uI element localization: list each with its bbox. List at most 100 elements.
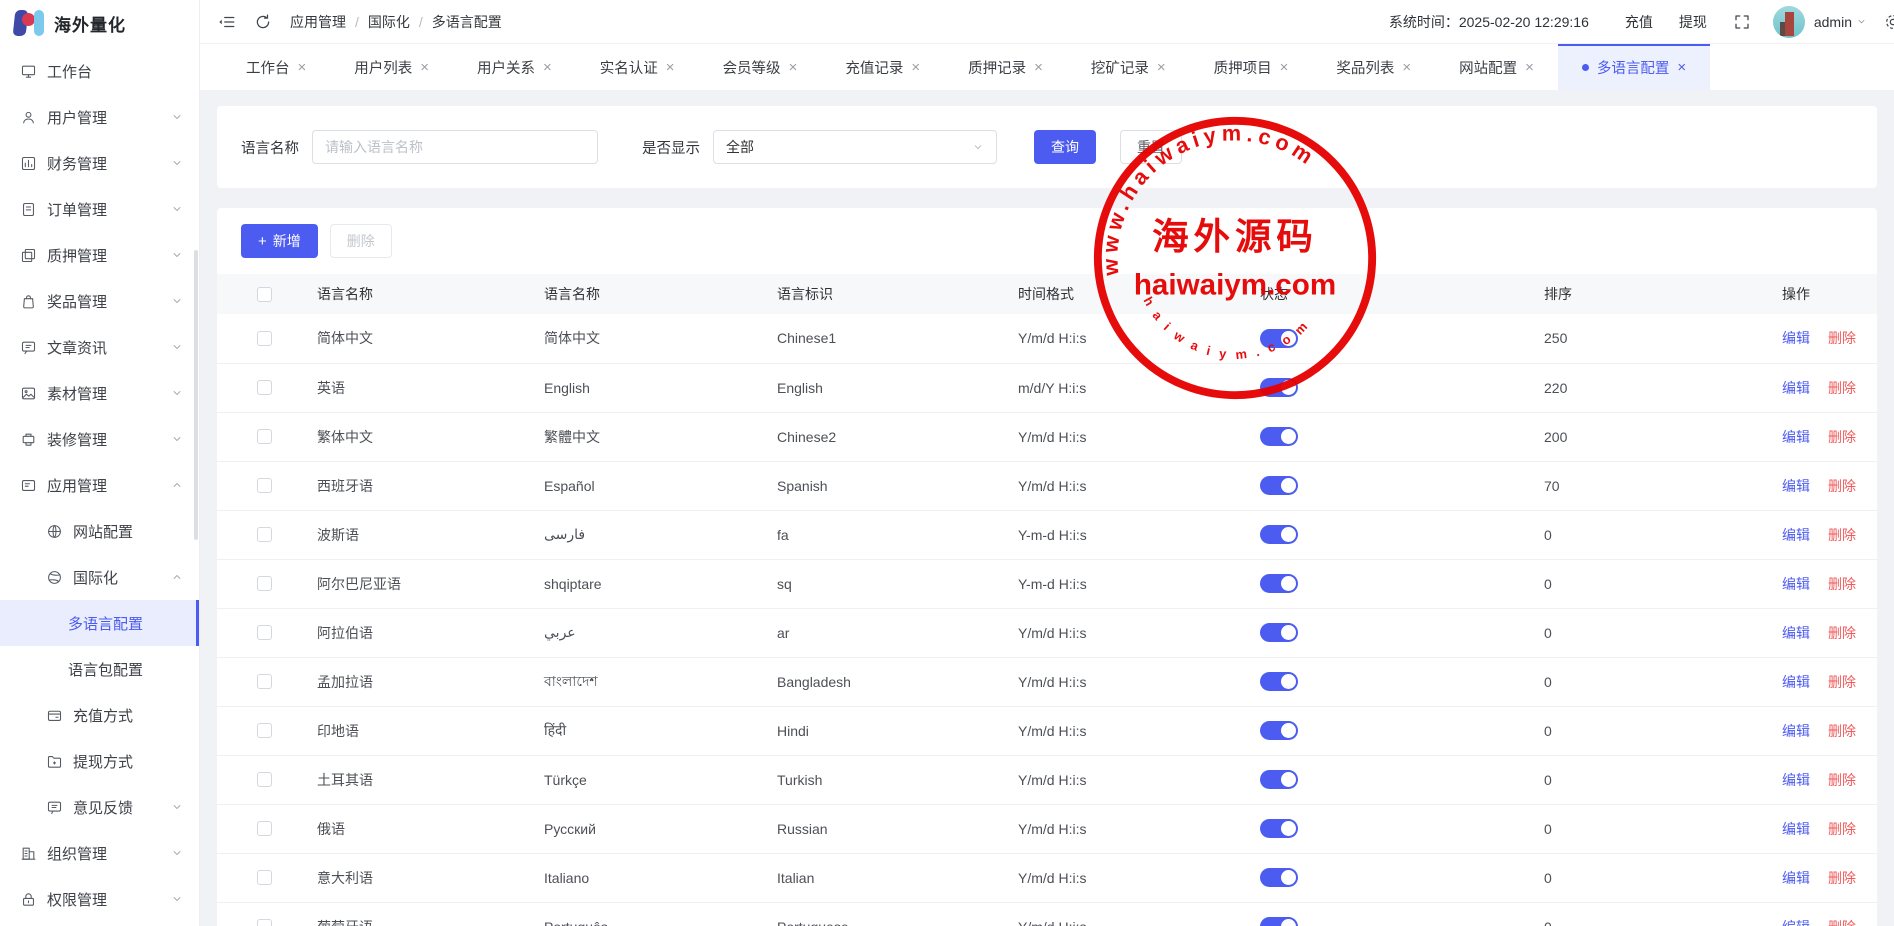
edit-link[interactable]: 编辑: [1782, 576, 1810, 592]
user-menu[interactable]: admin: [1814, 14, 1867, 30]
breadcrumb-item[interactable]: 应用管理: [290, 12, 346, 32]
tab-close-icon[interactable]: ×: [420, 59, 429, 76]
reset-button[interactable]: 重置: [1120, 130, 1182, 164]
row-checkbox[interactable]: [257, 870, 272, 885]
row-checkbox[interactable]: [257, 821, 272, 836]
row-checkbox[interactable]: [257, 527, 272, 542]
sidebar-item-奖品管理[interactable]: 奖品管理: [0, 278, 199, 324]
tab-网站配置[interactable]: 网站配置×: [1435, 44, 1558, 90]
select-all-checkbox[interactable]: [257, 287, 272, 302]
tab-会员等级[interactable]: 会员等级×: [699, 44, 822, 90]
row-checkbox[interactable]: [257, 478, 272, 493]
edit-link[interactable]: 编辑: [1782, 625, 1810, 641]
sidebar-item-用户管理[interactable]: 用户管理: [0, 94, 199, 140]
sidebar-item-充值方式[interactable]: 充值方式: [0, 692, 199, 738]
tab-质押项目[interactable]: 质押项目×: [1190, 44, 1313, 90]
edit-link[interactable]: 编辑: [1782, 527, 1810, 543]
status-toggle[interactable]: [1260, 427, 1298, 446]
row-checkbox[interactable]: [257, 723, 272, 738]
sidebar-item-意见反馈[interactable]: 意见反馈: [0, 784, 199, 830]
fullscreen-icon[interactable]: [1733, 13, 1751, 31]
status-toggle[interactable]: [1260, 329, 1298, 348]
delete-link[interactable]: 删除: [1828, 576, 1856, 592]
breadcrumb-item[interactable]: 多语言配置: [432, 12, 502, 32]
status-toggle[interactable]: [1260, 819, 1298, 838]
tab-close-icon[interactable]: ×: [543, 59, 552, 76]
edit-link[interactable]: 编辑: [1782, 870, 1810, 886]
delete-button[interactable]: 删除: [330, 224, 392, 258]
tab-实名认证[interactable]: 实名认证×: [576, 44, 699, 90]
row-checkbox[interactable]: [257, 772, 272, 787]
delete-link[interactable]: 删除: [1828, 723, 1856, 739]
breadcrumb-item[interactable]: 国际化: [368, 12, 410, 32]
sidebar-item-装修管理[interactable]: 装修管理: [0, 416, 199, 462]
sidebar-item-语言包配置[interactable]: 语言包配置: [0, 646, 199, 692]
tab-用户列表[interactable]: 用户列表×: [330, 44, 453, 90]
delete-link[interactable]: 删除: [1828, 772, 1856, 788]
recharge-link[interactable]: 充值: [1625, 12, 1653, 32]
status-toggle[interactable]: [1260, 721, 1298, 740]
sidebar-item-国际化[interactable]: 国际化: [0, 554, 199, 600]
edit-link[interactable]: 编辑: [1782, 723, 1810, 739]
tab-工作台[interactable]: 工作台×: [222, 44, 330, 90]
edit-link[interactable]: 编辑: [1782, 674, 1810, 690]
tab-close-icon[interactable]: ×: [1157, 59, 1166, 76]
sidebar-item-素材管理[interactable]: 素材管理: [0, 370, 199, 416]
status-toggle[interactable]: [1260, 868, 1298, 887]
status-toggle[interactable]: [1260, 623, 1298, 642]
row-checkbox[interactable]: [257, 576, 272, 591]
edit-link[interactable]: 编辑: [1782, 821, 1810, 837]
menu-fold-icon[interactable]: [218, 13, 236, 31]
refresh-icon[interactable]: [254, 13, 272, 31]
sidebar-item-组织管理[interactable]: 组织管理: [0, 830, 199, 876]
delete-link[interactable]: 删除: [1828, 330, 1856, 346]
row-checkbox[interactable]: [257, 331, 272, 346]
status-toggle[interactable]: [1260, 917, 1298, 926]
tab-close-icon[interactable]: ×: [298, 59, 307, 76]
tab-close-icon[interactable]: ×: [1402, 59, 1411, 76]
tab-奖品列表[interactable]: 奖品列表×: [1312, 44, 1435, 90]
status-toggle[interactable]: [1260, 476, 1298, 495]
row-checkbox[interactable]: [257, 380, 272, 395]
row-checkbox[interactable]: [257, 429, 272, 444]
delete-link[interactable]: 删除: [1828, 429, 1856, 445]
sidebar-scrollbar[interactable]: [194, 250, 198, 540]
settings-gear-icon[interactable]: [1883, 12, 1894, 32]
row-checkbox[interactable]: [257, 674, 272, 689]
show-filter-select[interactable]: 全部: [713, 130, 997, 164]
tab-close-icon[interactable]: ×: [1525, 59, 1534, 76]
delete-link[interactable]: 删除: [1828, 674, 1856, 690]
sidebar-item-订单管理[interactable]: 订单管理: [0, 186, 199, 232]
tab-充值记录[interactable]: 充值记录×: [821, 44, 944, 90]
withdraw-link[interactable]: 提现: [1679, 12, 1707, 32]
status-toggle[interactable]: [1260, 525, 1298, 544]
edit-link[interactable]: 编辑: [1782, 772, 1810, 788]
tab-挖矿记录[interactable]: 挖矿记录×: [1067, 44, 1190, 90]
sidebar-item-多语言配置[interactable]: 多语言配置: [0, 600, 199, 646]
delete-link[interactable]: 删除: [1828, 870, 1856, 886]
delete-link[interactable]: 删除: [1828, 821, 1856, 837]
sidebar-item-工作台[interactable]: 工作台: [0, 48, 199, 94]
tab-close-icon[interactable]: ×: [789, 59, 798, 76]
status-toggle[interactable]: [1260, 378, 1298, 397]
delete-link[interactable]: 删除: [1828, 919, 1856, 926]
sidebar-item-权限管理[interactable]: 权限管理: [0, 876, 199, 922]
status-toggle[interactable]: [1260, 770, 1298, 789]
delete-link[interactable]: 删除: [1828, 527, 1856, 543]
sidebar-item-质押管理[interactable]: 质押管理: [0, 232, 199, 278]
sidebar-item-应用管理[interactable]: 应用管理: [0, 462, 199, 508]
tab-close-icon[interactable]: ×: [1677, 59, 1686, 76]
avatar[interactable]: [1773, 6, 1805, 38]
row-checkbox[interactable]: [257, 625, 272, 640]
edit-link[interactable]: 编辑: [1782, 330, 1810, 346]
tab-多语言配置[interactable]: 多语言配置×: [1558, 44, 1710, 90]
tab-close-icon[interactable]: ×: [666, 59, 675, 76]
tab-close-icon[interactable]: ×: [911, 59, 920, 76]
edit-link[interactable]: 编辑: [1782, 429, 1810, 445]
sidebar-item-提现方式[interactable]: 提现方式: [0, 738, 199, 784]
sidebar-item-网站配置[interactable]: 网站配置: [0, 508, 199, 554]
search-button[interactable]: 查询: [1034, 130, 1096, 164]
row-checkbox[interactable]: [257, 919, 272, 926]
edit-link[interactable]: 编辑: [1782, 380, 1810, 396]
tab-close-icon[interactable]: ×: [1280, 59, 1289, 76]
